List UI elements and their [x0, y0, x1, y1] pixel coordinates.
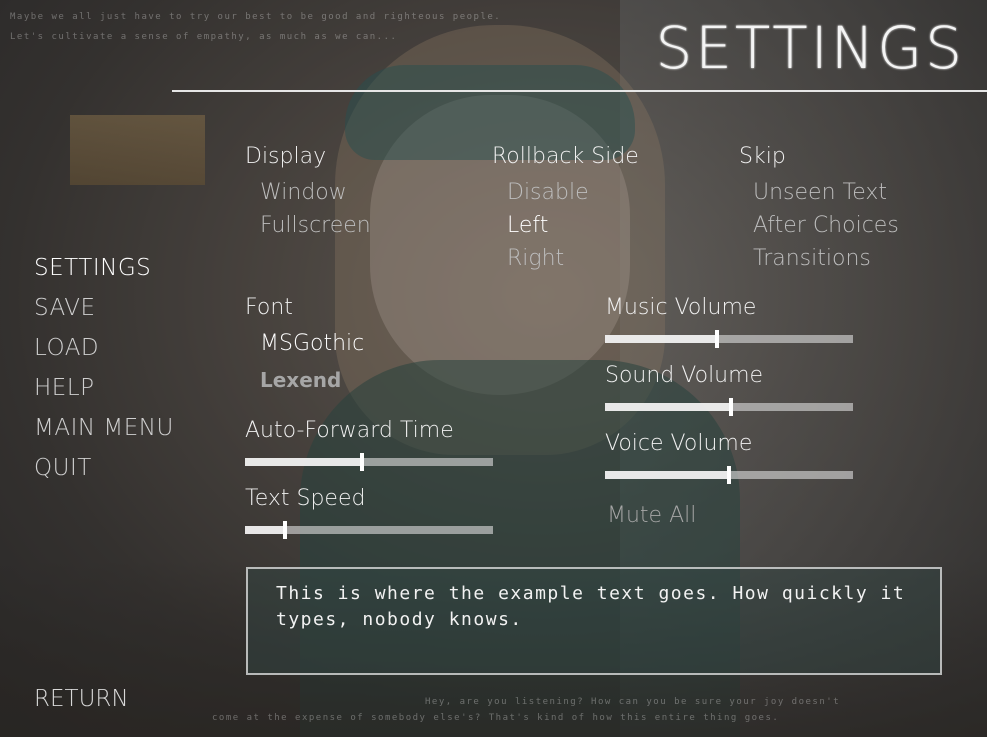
slider-fill [245, 458, 362, 466]
music-volume-slider[interactable] [605, 330, 853, 348]
rollback-option-right[interactable]: Right [507, 246, 564, 271]
slider-fill [245, 526, 285, 534]
voice-volume-heading: Voice Volume [605, 431, 753, 456]
page-title: SETTINGS [655, 14, 965, 82]
rollback-heading: Rollback Side [492, 144, 639, 169]
sound-volume-slider[interactable] [605, 398, 853, 416]
nav-item-settings[interactable]: SETTINGS [34, 254, 174, 294]
nav-item-load[interactable]: LOAD [34, 334, 174, 374]
mute-all-button[interactable]: Mute All [607, 503, 696, 528]
music-volume-heading: Music Volume [605, 295, 757, 320]
skip-option-transitions[interactable]: Transitions [753, 246, 871, 271]
auto-forward-heading: Auto-Forward Time [245, 418, 454, 443]
skip-heading: Skip [739, 144, 786, 169]
slider-fill [605, 471, 729, 479]
nav-item-main-menu[interactable]: MAIN MENU [34, 414, 174, 454]
voice-volume-slider[interactable] [605, 466, 853, 484]
display-option-window[interactable]: Window [260, 180, 347, 205]
font-option-lexend[interactable]: Lexend [260, 368, 341, 392]
slider-thumb[interactable] [727, 466, 731, 484]
nav-item-save[interactable]: SAVE [34, 294, 174, 334]
skip-option-after-choices[interactable]: After Choices [753, 213, 899, 238]
quote-top-line-2: Let's cultivate a sense of empathy, as m… [10, 32, 398, 42]
sample-text: This is where the example text goes. How… [276, 583, 906, 630]
title-underline [172, 90, 987, 92]
font-option-msgothic[interactable]: MSGothic [260, 331, 364, 356]
nav-item-help[interactable]: HELP [34, 374, 174, 414]
slider-fill [605, 335, 717, 343]
slider-thumb[interactable] [715, 330, 719, 348]
display-option-fullscreen[interactable]: Fullscreen [260, 213, 371, 238]
quote-bottom-line-1: Hey, are you listening? How can you be s… [425, 697, 841, 707]
skip-option-unseen-text[interactable]: Unseen Text [753, 180, 887, 205]
slider-thumb[interactable] [283, 521, 287, 539]
sound-volume-heading: Sound Volume [605, 363, 764, 388]
rollback-option-left[interactable]: Left [507, 213, 548, 238]
quote-top-line-1: Maybe we all just have to try our best t… [10, 12, 502, 22]
nav-item-quit[interactable]: QUIT [34, 454, 174, 494]
nav-menu: SETTINGS SAVE LOAD HELP MAIN MENU QUIT [34, 254, 174, 494]
return-button[interactable]: RETURN [34, 686, 129, 712]
quote-bottom-line-2: come at the expense of somebody else's? … [212, 713, 780, 723]
font-heading: Font [245, 295, 293, 320]
text-speed-heading: Text Speed [245, 486, 366, 511]
sample-text-box: This is where the example text goes. How… [246, 567, 942, 675]
text-speed-slider[interactable] [245, 521, 493, 539]
auto-forward-slider[interactable] [245, 453, 493, 471]
rollback-option-disable[interactable]: Disable [507, 180, 589, 205]
display-heading: Display [245, 144, 327, 169]
slider-thumb[interactable] [729, 398, 733, 416]
slider-thumb[interactable] [360, 453, 364, 471]
slider-fill [605, 403, 731, 411]
